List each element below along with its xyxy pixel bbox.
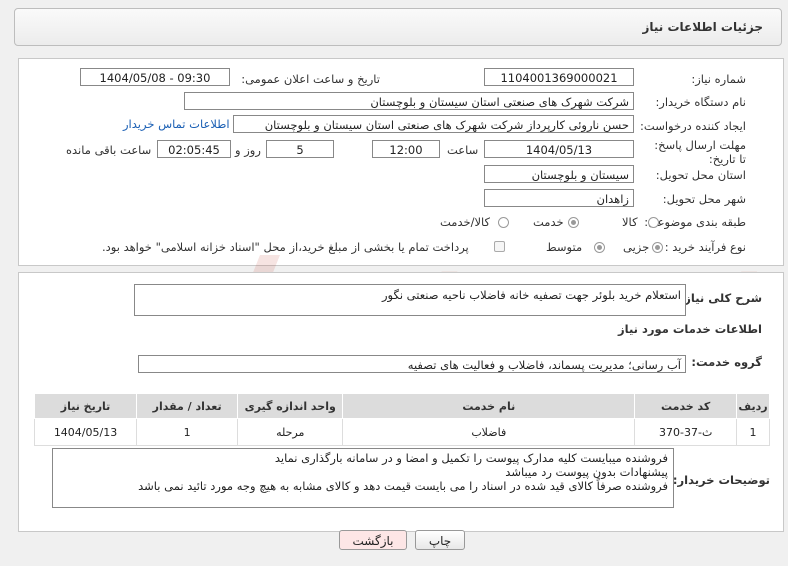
category-radio-service[interactable]	[568, 217, 579, 228]
col-need-date: تاریخ نیاز	[33, 393, 138, 419]
cell-service-code: ث-37-370	[634, 418, 738, 446]
service-group-label: گروه خدمت:	[691, 355, 762, 369]
process-radio-minor[interactable]	[652, 242, 663, 253]
col-service-code: کد خدمت	[634, 393, 738, 419]
hour-label: ساعت	[447, 143, 479, 157]
city-label: شهر محل تحویل:	[662, 192, 746, 206]
cell-service-name: فاضلاب	[342, 418, 636, 446]
col-unit: واحد اندازه گیری	[237, 393, 344, 419]
page-header: جزئیات اطلاعات نیاز	[14, 8, 782, 46]
category-option-service: خدمت	[533, 215, 564, 229]
col-quantity: تعداد / مقدار	[136, 393, 239, 419]
buyer-notes-label: توضیحات خریدار:	[672, 473, 770, 487]
requester-field: حسن ناروئی کارپرداز شرکت شهرک های صنعتی …	[233, 115, 634, 133]
print-button[interactable]: چاپ	[415, 530, 465, 550]
category-radio-goods-service[interactable]	[498, 217, 509, 228]
col-service-name: نام خدمت	[342, 393, 636, 419]
buyer-notes-field: فروشنده میبایست کلیه مدارک پیوست را تکمی…	[52, 448, 674, 508]
buyer-note-line: پیشنهادات بدون پیوست رد میباشد	[505, 465, 668, 479]
province-label: استان محل تحویل:	[655, 168, 746, 182]
need-number-field: 1104001369000021	[484, 68, 634, 86]
services-section-title: اطلاعات خدمات مورد نیاز	[618, 322, 762, 336]
announce-field: 1404/05/08 - 09:30	[80, 68, 230, 86]
deadline-date-field: 1404/05/13	[484, 140, 634, 158]
days-field: 5	[266, 140, 334, 158]
category-radio-goods[interactable]	[648, 217, 659, 228]
buyer-org-field: شرکت شهرک های صنعتی استان سیستان و بلوچس…	[184, 92, 634, 110]
deadline-hour-field: 12:00	[372, 140, 440, 158]
contact-buyer-link[interactable]: اطلاعات تماس خریدار	[123, 117, 230, 131]
requester-label: ایجاد کننده درخواست:	[640, 119, 746, 133]
cell-unit: مرحله	[237, 418, 344, 446]
buyer-note-line: فروشنده صرفاً کالای قید شده در اسناد را …	[138, 479, 668, 493]
cell-quantity: 1	[136, 418, 239, 446]
deadline-label: مهلت ارسال پاسخ: تا تاریخ:	[654, 138, 746, 166]
process-option-medium: متوسط	[546, 240, 583, 254]
city-field: زاهدان	[484, 189, 634, 207]
treasury-payment-checkbox[interactable]	[494, 241, 505, 252]
col-row-number: ردیف	[736, 393, 770, 419]
category-option-goods: کالا	[622, 215, 638, 229]
cell-row-number: 1	[736, 418, 770, 446]
category-option-goods-service: کالا/خدمت	[440, 215, 491, 229]
process-radio-medium[interactable]	[594, 242, 605, 253]
table-row: 1 ث-37-370 فاضلاب مرحله 1 1404/05/13	[33, 418, 770, 446]
buyer-note-line: فروشنده میبایست کلیه مدارک پیوست را تکمی…	[274, 451, 668, 465]
description-field: استعلام خرید بلوئر جهت تصفیه خانه فاضلاب…	[134, 284, 686, 316]
process-option-minor: جزیی	[623, 240, 650, 254]
announce-label: تاریخ و ساعت اعلان عمومی:	[241, 72, 380, 86]
province-field: سیستان و بلوچستان	[484, 165, 634, 183]
treasury-payment-text: پرداخت تمام یا بخشی از مبلغ خرید،از محل …	[102, 240, 469, 254]
services-table: ردیف کد خدمت نام خدمت واحد اندازه گیری ت…	[33, 393, 770, 446]
remaining-label: ساعت باقی مانده	[66, 143, 152, 157]
remaining-time-field: 02:05:45	[157, 140, 231, 158]
need-number-label: شماره نیاز:	[691, 72, 746, 86]
description-label: شرح کلی نیاز:	[679, 291, 762, 305]
process-label: نوع فرآیند خرید :	[664, 240, 746, 254]
buyer-org-label: نام دستگاه خریدار:	[655, 95, 746, 109]
cell-need-date: 1404/05/13	[33, 418, 138, 446]
category-label: طبقه بندی موضوعی:	[644, 215, 746, 229]
service-group-field: آب رسانی؛ مدیریت پسماند، فاضلاب و فعالیت…	[138, 355, 686, 373]
page-title: جزئیات اطلاعات نیاز	[642, 20, 763, 34]
back-button[interactable]: بازگشت	[339, 530, 407, 550]
days-label: روز و	[235, 143, 261, 157]
